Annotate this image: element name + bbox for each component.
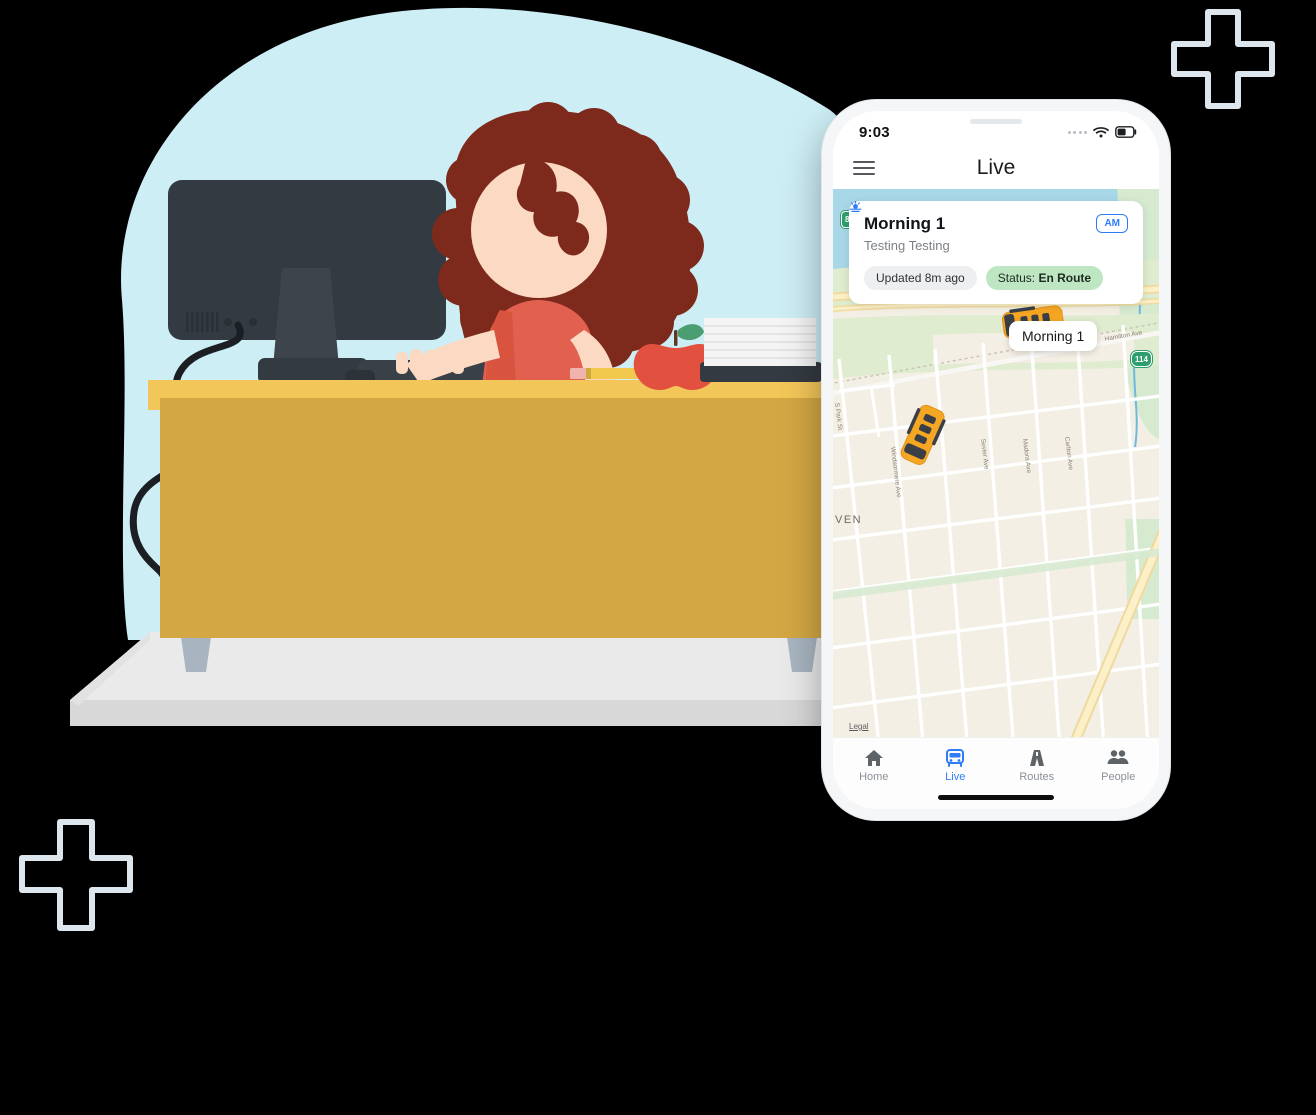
status-pill: Status: En Route	[985, 266, 1104, 290]
route-card-pills: Updated 8m ago Status: En Route	[864, 266, 1128, 290]
sunrise-icon	[849, 201, 862, 212]
tab-home[interactable]: Home	[833, 748, 915, 783]
tab-routes[interactable]: Routes	[996, 748, 1078, 783]
road-icon	[1029, 750, 1044, 766]
home-icon	[864, 750, 883, 766]
bottom-tab-bar: Home Live Routes People	[833, 737, 1159, 809]
tab-live[interactable]: Live	[915, 748, 997, 783]
plus-cross-icon-top-right	[1168, 6, 1278, 111]
wifi-icon	[1093, 127, 1109, 138]
status-prefix: Status:	[997, 271, 1036, 285]
updated-pill: Updated 8m ago	[864, 266, 977, 290]
phone-notch	[921, 111, 1071, 133]
tab-live-label: Live	[945, 771, 966, 783]
phone-screen: 9:03 Live Hamilton Ave Windsormere Ave S…	[833, 111, 1159, 809]
status-value: En Route	[1038, 271, 1092, 285]
signal-dots-icon	[1067, 130, 1087, 134]
route-shield-114: 114	[1131, 351, 1152, 367]
bus-icon	[946, 749, 965, 767]
status-time: 9:03	[859, 123, 890, 141]
phone-mockup: 9:03 Live Hamilton Ave Windsormere Ave S…	[822, 100, 1170, 820]
battery-icon	[1115, 126, 1137, 138]
screenshot-stage: 9:03 Live Hamilton Ave Windsormere Ave S…	[0, 0, 1316, 1115]
route-title: Morning 1	[864, 214, 946, 233]
map-legal-link[interactable]: Legal	[849, 722, 869, 731]
am-badge-label: AM	[1104, 218, 1120, 229]
earpiece-speaker	[970, 119, 1022, 124]
people-icon	[1107, 750, 1129, 764]
plus-cross-icon-bottom-left	[16, 816, 136, 934]
route-status-card[interactable]: Morning 1 Testing Testing AM Updated 8m …	[849, 201, 1143, 304]
route-subtitle: Testing Testing	[864, 238, 950, 253]
page-title: Live	[976, 156, 1016, 179]
route-card-header: Morning 1 Testing Testing AM	[849, 201, 1128, 253]
hamburger-menu-icon[interactable]	[853, 161, 875, 175]
tab-people-label: People	[1101, 771, 1136, 783]
svg-text:VEN: VEN	[835, 514, 862, 526]
tab-people[interactable]: People	[1078, 748, 1160, 783]
am-period-badge[interactable]: AM	[849, 201, 1128, 233]
bus-map-label[interactable]: Morning 1	[1009, 321, 1098, 351]
tab-home-label: Home	[859, 771, 889, 783]
status-icons	[1067, 126, 1138, 138]
home-indicator	[938, 795, 1054, 800]
teacher-at-desk-illustration	[0, 0, 900, 780]
live-map[interactable]: Hamilton Ave Windsormere Ave Sevier Ave …	[833, 189, 1159, 737]
tab-routes-label: Routes	[1019, 771, 1055, 783]
route-card-text: Morning 1 Testing Testing	[864, 214, 950, 253]
app-navbar: Live	[833, 147, 1159, 189]
